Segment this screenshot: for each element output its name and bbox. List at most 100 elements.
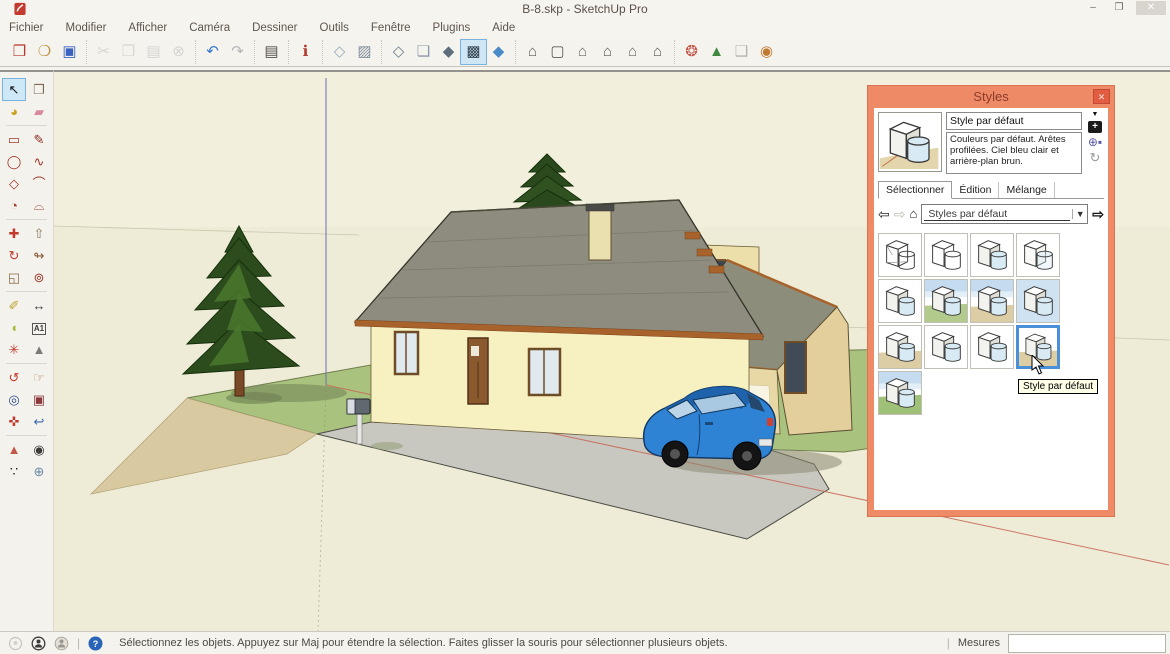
toolbar-monochrome-button[interactable]: ◆ — [486, 40, 511, 64]
tool-line[interactable]: ✎ — [28, 129, 50, 150]
restore-button[interactable]: ❐ — [1110, 1, 1128, 15]
tab-selectionner[interactable]: Sélectionner — [878, 181, 952, 199]
menu-fenetre[interactable]: Fenêtre — [371, 22, 411, 34]
toolbar-toggle-terrain-button[interactable]: ▲ — [704, 40, 729, 64]
toolbar-copy-button[interactable]: ❐ — [116, 40, 141, 64]
sign-in-icon[interactable] — [54, 636, 69, 651]
home-icon[interactable]: ⌂ — [909, 204, 917, 224]
tool-arc-2point[interactable]: ⌓ — [28, 195, 50, 216]
toolbar-wireframe-button[interactable]: ◇ — [386, 40, 411, 64]
close-button[interactable]: ✕ — [1136, 1, 1166, 15]
tool-dimensions[interactable]: ↔ — [28, 295, 50, 316]
tool-orbit[interactable]: ↺ — [3, 367, 25, 388]
tab-melange[interactable]: Mélange — [999, 182, 1054, 198]
tool-rectangle[interactable]: ▭ — [3, 129, 25, 150]
tool-protractor[interactable]: ◖ — [3, 317, 25, 338]
menu-aide[interactable]: Aide — [492, 22, 515, 34]
toolbar-photo-textures-button[interactable]: ❑ — [729, 40, 754, 64]
tool-pan[interactable]: ☞ — [28, 367, 50, 388]
menu-modifier[interactable]: Modifier — [66, 22, 107, 34]
tool-offset[interactable]: ⊚ — [28, 267, 50, 288]
menu-plugins[interactable]: Plugins — [433, 22, 471, 34]
refresh-styles-icon[interactable]: ↻ — [1090, 151, 1101, 164]
style-thumbnail-blue-sky-style[interactable] — [1016, 279, 1060, 323]
style-thumbnail-green-field-style[interactable] — [878, 371, 922, 415]
style-thumbnail-tan-ground-style[interactable] — [878, 325, 922, 369]
toolbar-save-button[interactable]: ▣ — [57, 40, 82, 64]
menu-fichier[interactable]: Fichier — [9, 22, 44, 34]
tool-zoom[interactable]: ◎ — [3, 389, 25, 410]
style-thumbnail-plain-style-b[interactable] — [970, 325, 1014, 369]
toolbar-view-right-button[interactable]: ⌂ — [595, 40, 620, 64]
measures-input[interactable] — [1008, 634, 1166, 653]
toolbar-hidden-line-button[interactable]: ❏ — [411, 40, 436, 64]
tool-scale[interactable]: ◱ — [3, 267, 25, 288]
tool-circle[interactable]: ◯ — [3, 151, 25, 172]
toolbar-earth-preview-button[interactable]: ◉ — [754, 40, 779, 64]
toolbar-view-front-button[interactable]: ⌂ — [570, 40, 595, 64]
tool-pie[interactable]: ◔ — [3, 195, 25, 216]
tool-zoom-extents[interactable]: ✜ — [3, 411, 25, 432]
toolbar-shaded-textures-button[interactable]: ▩ — [461, 40, 486, 64]
style-thumbnail-sky-green-ground-style[interactable] — [924, 279, 968, 323]
tab-edition[interactable]: Édition — [952, 182, 999, 198]
menu-camera[interactable]: Caméra — [189, 22, 230, 34]
style-name-field[interactable]: Style par défaut — [946, 112, 1082, 130]
toolbar-open-button[interactable]: ❍ — [32, 40, 57, 64]
tool-move[interactable]: ✚ — [3, 223, 25, 244]
tool-push-pull[interactable]: ⇧ — [28, 223, 50, 244]
create-new-style-button[interactable]: + — [1088, 121, 1102, 133]
tool-zoom-previous[interactable]: ↩ — [28, 411, 50, 432]
menu-dessiner[interactable]: Dessiner — [252, 22, 297, 34]
style-thumbnail-shaded-style[interactable] — [970, 233, 1014, 277]
tool-rotate[interactable]: ↻ — [3, 245, 25, 266]
tool-make-component[interactable]: ❐ — [28, 79, 50, 100]
tool-follow-me[interactable]: ↬ — [28, 245, 50, 266]
menu-outils[interactable]: Outils — [320, 22, 349, 34]
toolbar-print-button[interactable]: ▤ — [259, 40, 284, 64]
tool-zoom-window[interactable]: ▣ — [28, 389, 50, 410]
style-thumbnail-xray-style[interactable] — [1016, 233, 1060, 277]
geolocation-icon[interactable] — [8, 636, 23, 651]
tool-look-around[interactable]: ◉ — [28, 439, 50, 460]
toolbar-back-edges-button[interactable]: ▨ — [352, 40, 377, 64]
style-thumbnail-wireframe-style[interactable] — [878, 233, 922, 277]
style-thumbnail-sky-tan-ground-style[interactable] — [970, 279, 1014, 323]
tool-select[interactable]: ↖ — [3, 79, 25, 100]
back-arrow-button[interactable]: ⇦ — [878, 204, 890, 224]
tool-freehand[interactable]: ∿ — [28, 151, 50, 172]
tool-eraser[interactable]: ▰ — [28, 101, 50, 122]
details-arrow-button[interactable]: ⇨ — [1092, 204, 1104, 224]
update-style-button[interactable]: ⊕▪ — [1088, 136, 1102, 148]
styles-collection-dropdown[interactable]: Styles par défaut ▼ — [921, 204, 1088, 224]
style-thumbnail-hidden-line-style[interactable] — [924, 233, 968, 277]
minimize-button[interactable]: – — [1084, 1, 1102, 15]
toolbar-cut-button[interactable]: ✂ — [91, 40, 116, 64]
tool-axes[interactable]: ✳ — [3, 339, 25, 360]
toolbar-undo-button[interactable]: ↶ — [200, 40, 225, 64]
toolbar-view-left-button[interactable]: ⌂ — [645, 40, 670, 64]
toolbar-add-location-button[interactable]: ❂ — [679, 40, 704, 64]
style-thumbnail-white-bg-style[interactable] — [878, 279, 922, 323]
toolbar-view-top-button[interactable]: ▢ — [545, 40, 570, 64]
toolbar-view-back-button[interactable]: ⌂ — [620, 40, 645, 64]
tool-text[interactable]: A1 — [28, 317, 50, 338]
toolbar-paste-button[interactable]: ▤ — [141, 40, 166, 64]
secondary-pane-arrow-icon[interactable]: ▼ — [1092, 112, 1099, 118]
toolbar-x-ray-button[interactable]: ◇ — [327, 40, 352, 64]
dropdown-arrow-icon[interactable]: ▼ — [1072, 209, 1087, 219]
tool-tape-measure[interactable]: ✐ — [3, 295, 25, 316]
tool-3d-text[interactable]: ▲ — [28, 339, 50, 360]
tool-paint-bucket[interactable]: ◕ — [3, 101, 25, 122]
toolbar-delete-button[interactable]: ⊗ — [166, 40, 191, 64]
tool-position-camera[interactable]: ▲ — [3, 439, 25, 460]
toolbar-view-iso-button[interactable]: ⌂ — [520, 40, 545, 64]
tool-section-plane[interactable]: ⊕ — [28, 461, 50, 482]
style-thumbnail-plain-style-a[interactable] — [924, 325, 968, 369]
toolbar-model-info-button[interactable]: ℹ — [293, 40, 318, 64]
tool-polygon[interactable]: ◇ — [3, 173, 25, 194]
panel-close-button[interactable]: ✕ — [1093, 89, 1110, 104]
toolbar-redo-button[interactable]: ↷ — [225, 40, 250, 64]
help-icon[interactable]: ? — [88, 636, 103, 651]
tool-walk[interactable]: ∵ — [3, 461, 25, 482]
